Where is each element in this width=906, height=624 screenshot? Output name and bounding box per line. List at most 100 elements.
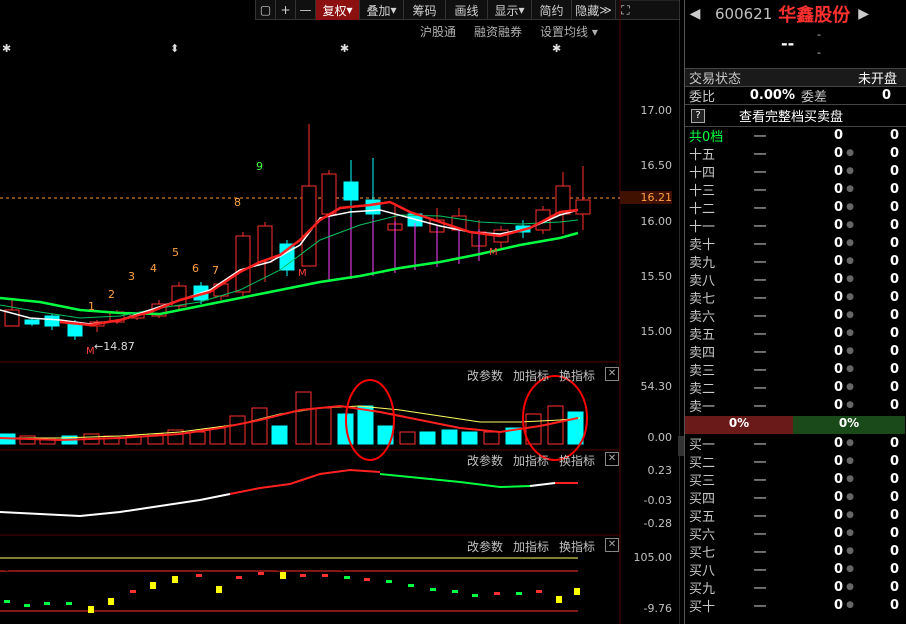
level-label: 卖五: [689, 327, 716, 343]
level-price: 一: [753, 363, 767, 379]
wave-label: 1: [88, 300, 95, 313]
level-price: 一: [753, 327, 767, 343]
dot-icon: ●: [846, 400, 854, 410]
indicator-dots: [4, 572, 580, 613]
pane-toolbar: 改参数 加指标 换指标 ✕: [467, 452, 620, 469]
kline-chart[interactable]: ✱ ⬍ ✱ ✱ 1 2 3 4 5 6 7 8 9 ←14.87 M M M 😐: [0, 0, 680, 624]
wave-label: 5: [172, 246, 179, 259]
close-icon[interactable]: ✕: [605, 452, 620, 466]
dot-icon: ●: [846, 346, 854, 356]
dot-icon: ●: [846, 166, 854, 176]
level-label: 买二: [689, 455, 716, 471]
level-label: 买一: [689, 437, 716, 453]
volume-bar: [209, 427, 226, 445]
add-indicator-button[interactable]: 加指标: [513, 452, 549, 469]
edit-params-button[interactable]: 改参数: [467, 452, 503, 469]
dot-icon: ●: [846, 582, 854, 592]
level-volume: 0: [833, 325, 843, 341]
diff-value: 0: [881, 88, 891, 103]
level-price: 一: [753, 273, 767, 289]
pane-toolbar: 改参数 加指标 换指标 ✕: [467, 367, 620, 384]
level-count: 0: [889, 379, 899, 395]
level-label: 买八: [689, 563, 716, 579]
dot-icon: ●: [846, 510, 854, 520]
help-icon[interactable]: ?: [691, 108, 705, 123]
sell-level-row: 卖十一 0 ● 0: [685, 234, 906, 253]
sell-level-row: 十二一 0 ● 0: [685, 198, 906, 217]
level-label: 买五: [689, 509, 716, 525]
switch-indicator-button[interactable]: 换指标: [559, 452, 595, 469]
change-value: -: [817, 28, 821, 41]
total-levels-price: 一: [753, 130, 767, 145]
level-volume: 0: [833, 181, 843, 197]
level-volume: 0: [833, 471, 843, 487]
indicator-mark: [516, 592, 522, 595]
level-price: 一: [753, 165, 767, 181]
smiley-icon: 😐: [336, 559, 350, 574]
indicator-mark: [216, 586, 222, 593]
level-count: 0: [889, 361, 899, 377]
prev-arrow-icon[interactable]: ◀: [685, 6, 705, 22]
full-book-link[interactable]: 查看完整档买卖盘: [739, 106, 843, 125]
close-icon[interactable]: ✕: [605, 367, 620, 381]
dot-icon: ●: [846, 292, 854, 302]
level-count: 0: [889, 561, 899, 577]
add-indicator-button[interactable]: 加指标: [513, 367, 549, 384]
axis-label: 54.30: [640, 380, 673, 393]
axis-label: 16.00: [640, 215, 673, 228]
add-indicator-button[interactable]: 加指标: [513, 538, 549, 555]
axis-label: 0.00: [647, 431, 673, 444]
volume-bar: [271, 425, 288, 445]
level-volume: 0: [833, 543, 843, 559]
indicator-mark: [386, 580, 392, 583]
indicator-mark: [44, 602, 50, 605]
panel-splitter-handle[interactable]: [678, 436, 684, 456]
level-price: 一: [753, 581, 767, 597]
level-count: 0: [889, 235, 899, 251]
dot-icon: ●: [846, 474, 854, 484]
level-label: 卖八: [689, 273, 716, 289]
buy-signal-icon: M: [489, 247, 498, 258]
status-label: 交易状态: [689, 72, 742, 87]
level-label: 卖七: [689, 291, 716, 307]
level-price: 一: [753, 345, 767, 361]
sell-level-row: 十一一 0 ● 0: [685, 216, 906, 235]
level-count: 0: [889, 471, 899, 487]
level-label: 买十: [689, 599, 716, 615]
macd-white-line2: [529, 482, 556, 487]
indicator-mark: [4, 600, 10, 603]
candle-body: [279, 243, 295, 271]
candle-body: [321, 173, 337, 215]
indicator-mark: [344, 576, 350, 579]
edit-params-button[interactable]: 改参数: [467, 367, 503, 384]
level-price: 一: [753, 399, 767, 415]
up-marker: ⬍: [170, 42, 179, 55]
dot-icon: ●: [846, 364, 854, 374]
level-volume: 0: [833, 561, 843, 577]
level-label: 卖十: [689, 237, 716, 253]
indicator-mark: [172, 576, 178, 583]
switch-indicator-button[interactable]: 换指标: [559, 538, 595, 555]
edit-params-button[interactable]: 改参数: [467, 538, 503, 555]
switch-indicator-button[interactable]: 换指标: [559, 367, 595, 384]
full-book-row[interactable]: ? 查看完整档买卖盘: [685, 104, 906, 126]
level-volume: 0: [833, 343, 843, 359]
next-arrow-icon[interactable]: ▶: [858, 6, 869, 22]
indicator-mark: [408, 584, 414, 587]
level-price: 一: [753, 219, 767, 235]
buy-level-row: 买八一 0 ● 0: [685, 560, 906, 579]
sell-level-row: 卖三一 0 ● 0: [685, 360, 906, 379]
volume-bar: [315, 407, 332, 445]
candle-body: [67, 323, 83, 337]
indicator-mark: [472, 594, 478, 597]
dot-icon: ●: [846, 456, 854, 466]
diff-label: 委差: [801, 90, 828, 105]
axis-label: -0.28: [643, 517, 672, 530]
axis-label: 15.50: [640, 270, 673, 283]
dot-icon: ●: [846, 492, 854, 502]
volume-bar: [357, 405, 374, 445]
close-icon[interactable]: ✕: [605, 538, 620, 552]
level-price: 一: [753, 491, 767, 507]
level-count: 0: [889, 181, 899, 197]
status-row: 交易状态 未开盘: [685, 68, 906, 87]
